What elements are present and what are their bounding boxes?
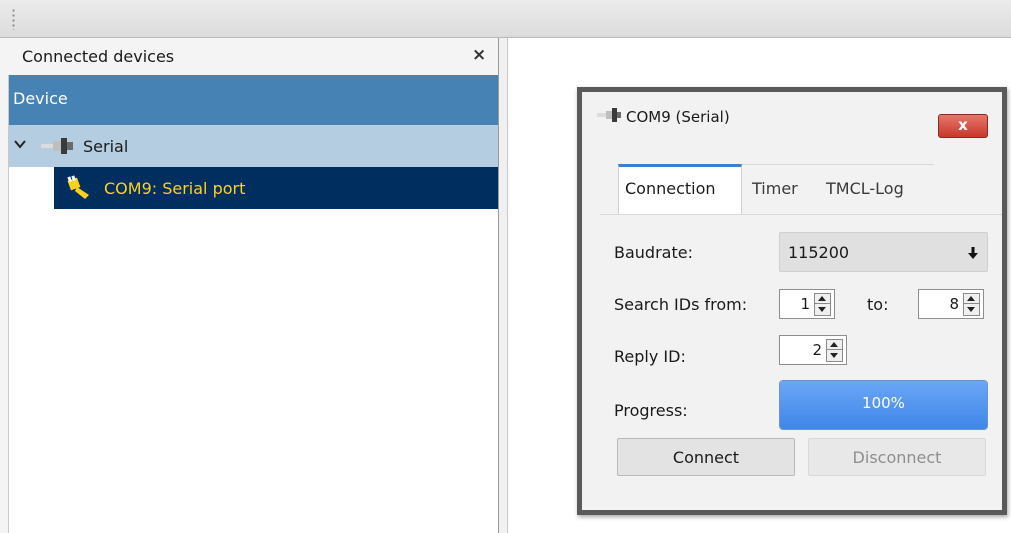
tab-connection[interactable]: Connection xyxy=(618,164,742,214)
reply-id-spinbox[interactable]: 2 xyxy=(779,335,847,365)
spin-down-button[interactable] xyxy=(815,305,830,315)
baudrate-label: Baudrate: xyxy=(614,243,693,262)
tree-column-header[interactable]: Device xyxy=(9,75,499,125)
reply-id-value: 2 xyxy=(812,341,822,359)
disconnect-button[interactable]: Disconnect xyxy=(808,438,986,476)
dialog-title: COM9 (Serial) xyxy=(626,108,730,126)
spin-up-button[interactable] xyxy=(827,340,842,350)
arrow-down-icon xyxy=(967,307,975,312)
chevron-down-icon[interactable] xyxy=(13,137,27,151)
progress-text: 100% xyxy=(862,394,905,412)
search-ids-from-value: 1 xyxy=(800,295,810,313)
arrow-down-icon xyxy=(818,307,826,312)
spin-down-button[interactable] xyxy=(827,351,842,361)
panel-header: Connected devices × xyxy=(0,38,508,75)
tree-item-serial-label: Serial xyxy=(83,137,129,156)
progress-bar: 100% xyxy=(779,380,988,430)
dialog-titlebar[interactable]: COM9 (Serial) x xyxy=(582,92,1002,138)
spin-up-button[interactable] xyxy=(815,294,830,304)
arrow-up-icon xyxy=(967,296,975,301)
tree-item-serial[interactable]: Serial xyxy=(9,125,499,167)
spin-up-button[interactable] xyxy=(964,294,979,304)
reply-id-label: Reply ID: xyxy=(614,347,686,366)
tab-timer[interactable]: Timer xyxy=(752,164,798,214)
dialog-close-button[interactable]: x xyxy=(938,114,988,138)
tab-tmcl-log[interactable]: TMCL-Log xyxy=(826,164,904,214)
serial-connector-icon xyxy=(597,108,621,122)
toolbar xyxy=(0,0,1011,38)
search-ids-to-spinbox[interactable]: 8 xyxy=(918,289,984,319)
spin-down-button[interactable] xyxy=(964,305,979,315)
panel-title: Connected devices xyxy=(22,47,175,66)
tree-item-com9[interactable]: COM9: Serial port xyxy=(54,167,499,209)
search-ids-from-label: Search IDs from: xyxy=(614,295,748,314)
toolbar-grip-handle[interactable] xyxy=(12,8,15,30)
arrow-up-icon xyxy=(830,342,838,347)
arrow-down-icon xyxy=(968,247,978,259)
serial-connector-icon xyxy=(41,138,73,154)
device-tree: Device Serial COM9: Serial port xyxy=(8,75,500,533)
baudrate-select[interactable]: 115200 xyxy=(779,232,988,272)
close-icon: x xyxy=(958,116,968,134)
connect-button[interactable]: Connect xyxy=(617,438,795,476)
search-ids-from-spinbox[interactable]: 1 xyxy=(779,289,835,319)
connected-devices-panel: Connected devices × Device Serial COM9: … xyxy=(0,38,508,533)
tabbar-bottom-line xyxy=(600,214,1002,215)
dialog-tabbar: Connection Timer TMCL-Log xyxy=(600,160,1002,216)
spin-buttons xyxy=(814,293,831,316)
arrow-down-icon xyxy=(830,353,838,358)
com9-dialog: COM9 (Serial) x Connection Timer TMCL-Lo… xyxy=(577,87,1007,515)
tree-item-com9-label: COM9: Serial port xyxy=(104,179,246,198)
progress-label: Progress: xyxy=(614,401,688,420)
search-ids-to-label: to: xyxy=(867,295,889,314)
baudrate-value: 115200 xyxy=(788,243,850,262)
search-ids-to-value: 8 xyxy=(949,295,959,313)
panel-close-button[interactable]: × xyxy=(472,46,486,64)
spin-buttons xyxy=(963,293,980,316)
dock-splitter[interactable] xyxy=(498,38,508,533)
spin-buttons xyxy=(826,339,843,362)
arrow-up-icon xyxy=(818,296,826,301)
serial-port-plug-icon xyxy=(67,175,89,199)
